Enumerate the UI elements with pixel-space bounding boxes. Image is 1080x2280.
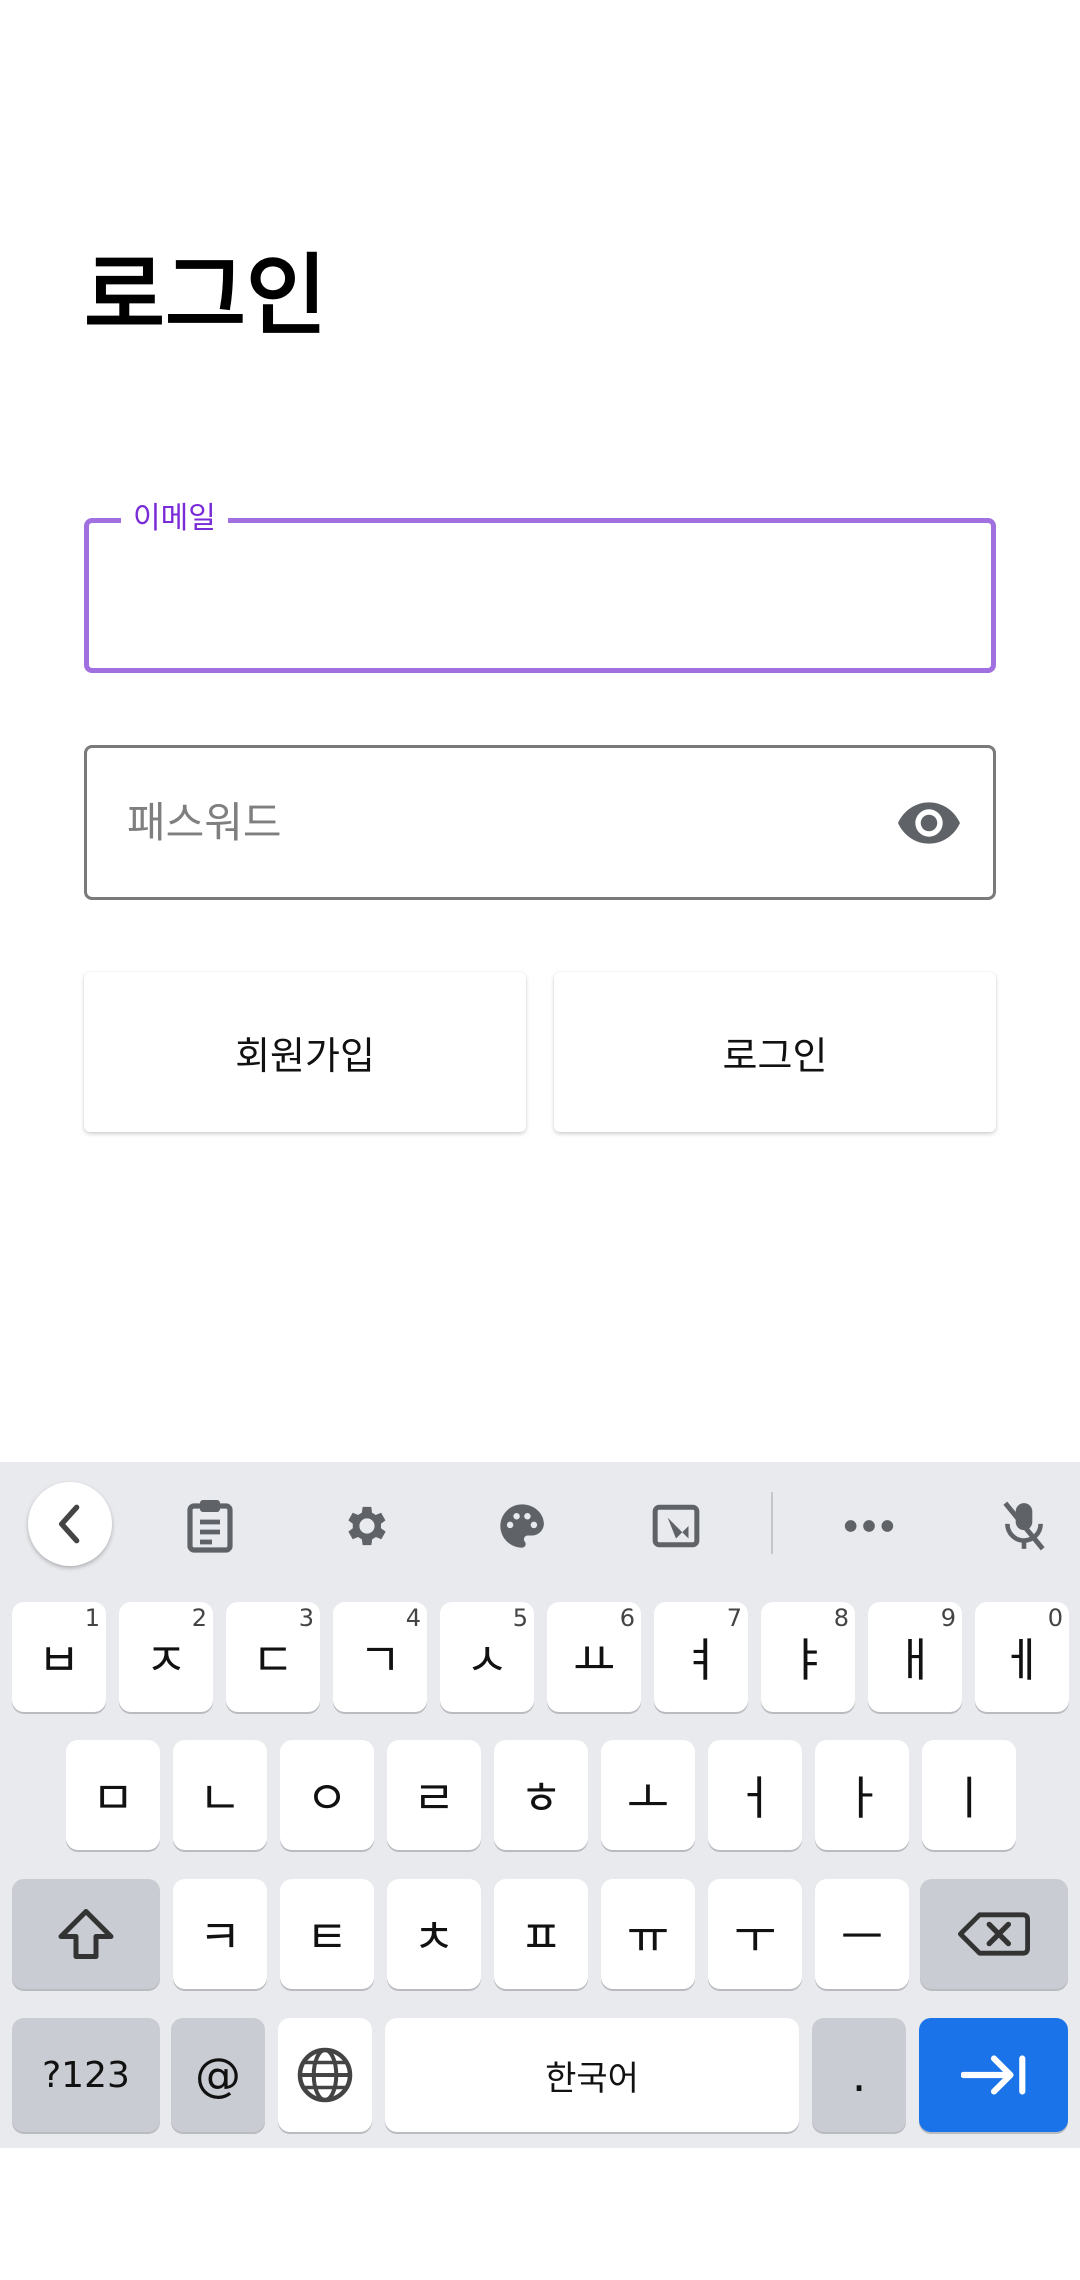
symbols-key-label: ?123 xyxy=(42,2054,130,2096)
settings-gear-icon[interactable] xyxy=(325,1484,409,1568)
key-label: ㅂ xyxy=(37,1633,81,1687)
key-row3-2[interactable]: ㅊ xyxy=(387,1879,481,1989)
key-label: ㅋ xyxy=(198,1910,242,1964)
symbols-key[interactable]: ?123 xyxy=(12,2018,160,2132)
signup-button[interactable]: 회원가입 xyxy=(84,972,526,1132)
key-number-hint: 9 xyxy=(940,1604,956,1632)
email-field[interactable]: 이메일 xyxy=(84,499,996,673)
key-label: ㅑ xyxy=(786,1633,830,1687)
key-row3-6[interactable]: ㅡ xyxy=(815,1879,909,1989)
key-row1-8[interactable]: ㅐ9 xyxy=(868,1602,962,1712)
key-label: ㅣ xyxy=(947,1771,991,1825)
soft-keyboard: ㅂ1ㅈ2ㄷ3ㄱ4ㅅ5ㅛ6ㅕ7ㅑ8ㅐ9ㅔ0 ㅁㄴㅇㄹㅎㅗㅓㅏㅣ ㅋㅌㅊㅍㅠㅜㅡ ?… xyxy=(0,1462,1080,2148)
clipboard-icon[interactable] xyxy=(168,1484,252,1568)
key-row1-1[interactable]: ㅈ2 xyxy=(119,1602,213,1712)
key-row1-2[interactable]: ㄷ3 xyxy=(226,1602,320,1712)
key-row2-4[interactable]: ㅎ xyxy=(494,1740,588,1850)
keyboard-toolbar xyxy=(0,1462,1080,1584)
key-row3-0[interactable]: ㅋ xyxy=(173,1879,267,1989)
key-row3-5[interactable]: ㅜ xyxy=(708,1879,802,1989)
key-number-hint: 8 xyxy=(833,1604,849,1632)
key-row1-5[interactable]: ㅛ6 xyxy=(547,1602,641,1712)
key-number-hint: 1 xyxy=(84,1604,100,1632)
key-label: ㅌ xyxy=(305,1910,349,1964)
key-row3-4[interactable]: ㅠ xyxy=(601,1879,695,1989)
key-label: ㅁ xyxy=(91,1771,135,1825)
key-label: ㅡ xyxy=(840,1910,884,1964)
email-input[interactable] xyxy=(129,523,889,668)
space-key[interactable]: 한국어 xyxy=(385,2018,799,2132)
key-row2-0[interactable]: ㅁ xyxy=(66,1740,160,1850)
space-key-label: 한국어 xyxy=(545,2058,639,2099)
key-row2-6[interactable]: ㅓ xyxy=(708,1740,802,1850)
toolbar-divider xyxy=(771,1492,773,1554)
key-row2-1[interactable]: ㄴ xyxy=(173,1740,267,1850)
key-number-hint: 5 xyxy=(512,1604,528,1632)
shift-key[interactable] xyxy=(12,1879,160,1989)
key-label: ㄴ xyxy=(198,1771,242,1825)
key-label: ㅕ xyxy=(679,1633,723,1687)
key-row3-1[interactable]: ㅌ xyxy=(280,1879,374,1989)
key-row2-2[interactable]: ㅇ xyxy=(280,1740,374,1850)
back-chevron-icon[interactable] xyxy=(28,1482,112,1566)
password-field[interactable] xyxy=(84,745,996,900)
key-row1-9[interactable]: ㅔ0 xyxy=(975,1602,1069,1712)
key-label: ㅔ xyxy=(1000,1633,1044,1687)
backspace-key[interactable] xyxy=(920,1879,1068,1989)
tab-next-icon xyxy=(960,2055,1025,2095)
period-key-label: . xyxy=(851,2048,867,2102)
key-row2-7[interactable]: ㅏ xyxy=(815,1740,909,1850)
show-password-icon[interactable] xyxy=(895,789,963,857)
key-label: ㄱ xyxy=(358,1633,402,1687)
key-row2-8[interactable]: ㅣ xyxy=(922,1740,1016,1850)
key-row1-7[interactable]: ㅑ8 xyxy=(761,1602,855,1712)
key-label: ㄹ xyxy=(412,1771,456,1825)
key-label: ㅠ xyxy=(626,1910,670,1964)
key-label: ㅗ xyxy=(626,1771,670,1825)
mic-off-icon[interactable] xyxy=(982,1484,1066,1568)
key-number-hint: 6 xyxy=(619,1604,635,1632)
password-input[interactable] xyxy=(127,748,887,897)
key-label: ㅛ xyxy=(572,1633,616,1687)
key-label: ㅓ xyxy=(733,1771,777,1825)
key-row1-0[interactable]: ㅂ1 xyxy=(12,1602,106,1712)
next-field-key[interactable] xyxy=(919,2018,1068,2132)
key-row1-3[interactable]: ㄱ4 xyxy=(333,1602,427,1712)
language-key[interactable] xyxy=(278,2018,372,2132)
key-label: ㅎ xyxy=(519,1771,563,1825)
login-screen: 로그인 이메일 회원가입 로그인 ㅂ 1 ㅈ 2 ㄷ 3 ㄱ 4 ㅅ 5 ㅛ 6… xyxy=(0,0,1080,2280)
at-key-label: @ xyxy=(195,2048,241,2102)
floating-keyboard-icon[interactable] xyxy=(634,1484,718,1568)
key-number-hint: 3 xyxy=(298,1604,314,1632)
key-label: ㅜ xyxy=(733,1910,777,1964)
login-button[interactable]: 로그인 xyxy=(554,972,996,1132)
key-row1-4[interactable]: ㅅ5 xyxy=(440,1602,534,1712)
theme-palette-icon[interactable] xyxy=(480,1484,564,1568)
more-dots-icon[interactable] xyxy=(827,1484,911,1568)
key-label: ㄷ xyxy=(251,1633,295,1687)
period-key[interactable]: . xyxy=(812,2018,906,2132)
key-number-hint: 0 xyxy=(1047,1604,1063,1632)
key-label: ㅍ xyxy=(519,1910,563,1964)
key-number-hint: 4 xyxy=(405,1604,421,1632)
key-label: ㅊ xyxy=(412,1910,456,1964)
at-key[interactable]: @ xyxy=(171,2018,265,2132)
key-row1-6[interactable]: ㅕ7 xyxy=(654,1602,748,1712)
key-row3-3[interactable]: ㅍ xyxy=(494,1879,588,1989)
page-title: 로그인 xyxy=(84,244,327,347)
globe-icon xyxy=(297,2047,353,2103)
key-row2-3[interactable]: ㄹ xyxy=(387,1740,481,1850)
key-label: ㅐ xyxy=(893,1633,937,1687)
key-label: ㅅ xyxy=(465,1633,509,1687)
key-number-hint: 2 xyxy=(191,1604,207,1632)
key-label: ㅈ xyxy=(144,1633,188,1687)
key-number-hint: 7 xyxy=(726,1604,742,1632)
key-label: ㅇ xyxy=(305,1771,349,1825)
key-label: ㅏ xyxy=(840,1771,884,1825)
key-row2-5[interactable]: ㅗ xyxy=(601,1740,695,1850)
